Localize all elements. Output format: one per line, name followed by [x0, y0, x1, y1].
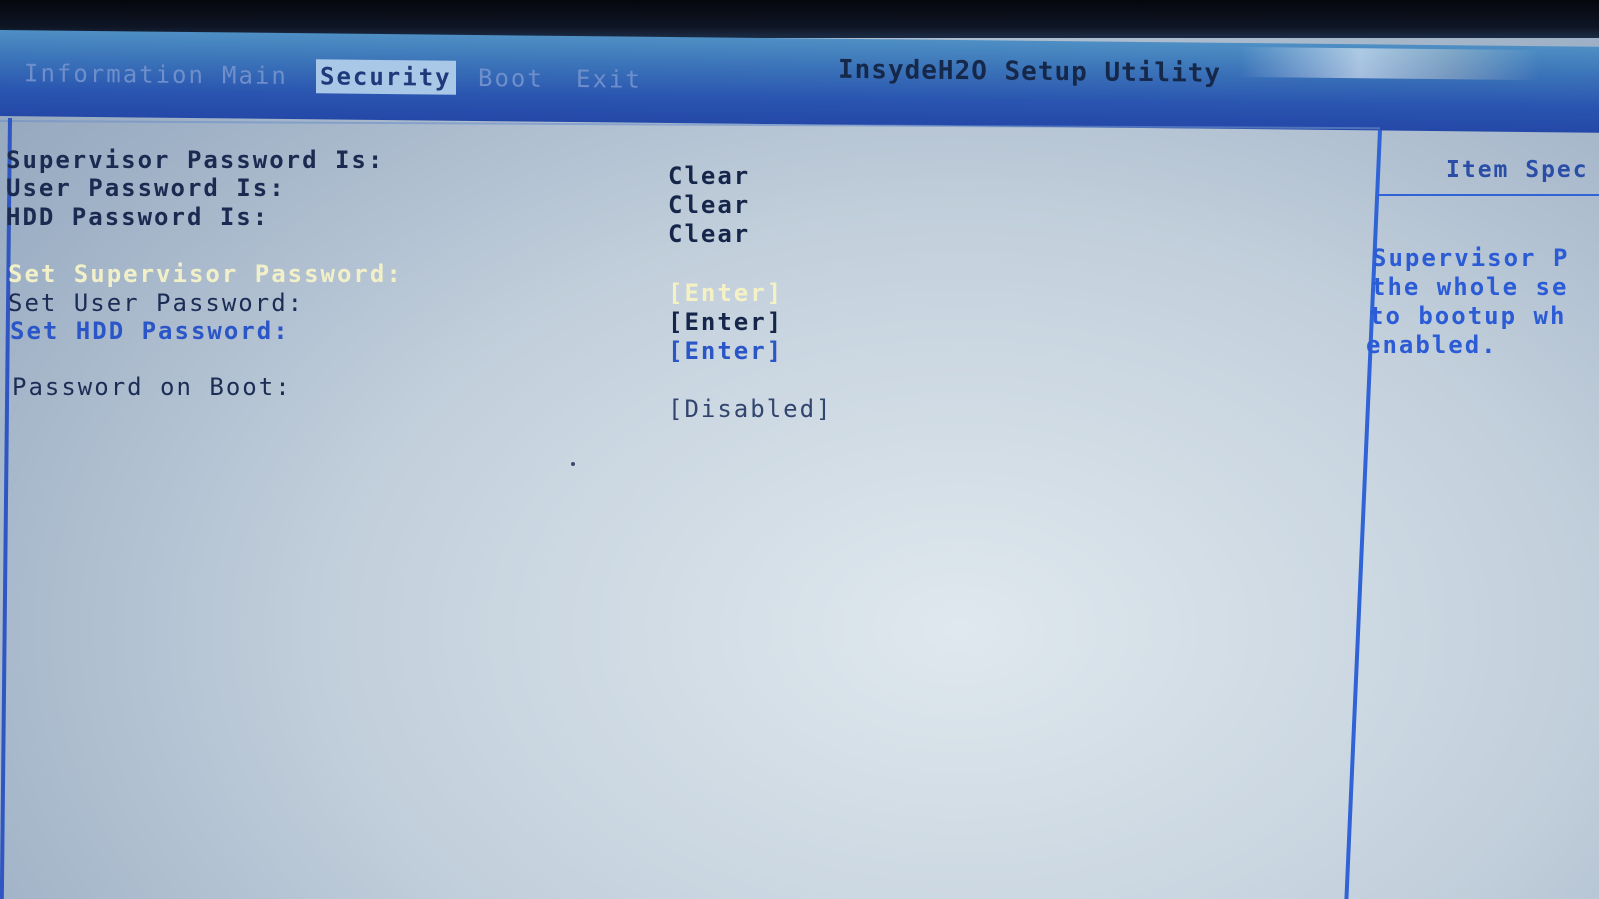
tab-exit[interactable]: Exit	[572, 62, 646, 97]
supervisor-password-status-value: Clear	[668, 162, 751, 190]
screen-glare	[1240, 46, 1540, 81]
supervisor-password-status-label: Supervisor Password Is:	[6, 146, 385, 174]
tab-boot[interactable]: Boot	[474, 61, 548, 96]
panel-left-border	[0, 117, 12, 899]
bios-screen: Information Main Security Boot Exit Insy…	[0, 0, 1599, 899]
user-password-status-value: Clear	[668, 191, 751, 219]
help-line: the whole se	[1371, 273, 1569, 301]
tab-main[interactable]: Main	[218, 58, 292, 93]
tab-information[interactable]: Information	[20, 56, 209, 92]
hdd-password-status-value: Clear	[668, 220, 751, 248]
help-title-rule	[1378, 194, 1599, 196]
help-line: Supervisor P	[1372, 244, 1570, 272]
help-line: to bootup wh	[1369, 302, 1567, 330]
password-on-boot-value[interactable]: [Disabled]	[668, 395, 833, 423]
mouse-speck	[571, 462, 575, 466]
user-password-status-label: User Password Is:	[6, 174, 286, 202]
set-user-password-item[interactable]: Set User Password:	[8, 289, 304, 317]
set-user-password-enter[interactable]: [Enter]	[668, 308, 783, 336]
help-panel-title: Item Spec	[1446, 157, 1589, 183]
hdd-password-status-label: HDD Password Is:	[6, 203, 270, 231]
set-supervisor-password-item[interactable]: Set Supervisor Password:	[8, 260, 403, 288]
menu-bar: Information Main Security Boot Exit Insy…	[0, 30, 1599, 133]
utility-title: InsydeH2O Setup Utility	[838, 54, 1222, 89]
set-hdd-password-enter[interactable]: [Enter]	[668, 337, 783, 365]
set-supervisor-password-enter[interactable]: [Enter]	[668, 279, 783, 307]
tab-security[interactable]: Security	[316, 59, 456, 95]
set-hdd-password-item[interactable]: Set HDD Password:	[10, 317, 290, 345]
password-on-boot-item[interactable]: Password on Boot:	[12, 373, 292, 401]
help-line: enabled.	[1366, 331, 1498, 359]
